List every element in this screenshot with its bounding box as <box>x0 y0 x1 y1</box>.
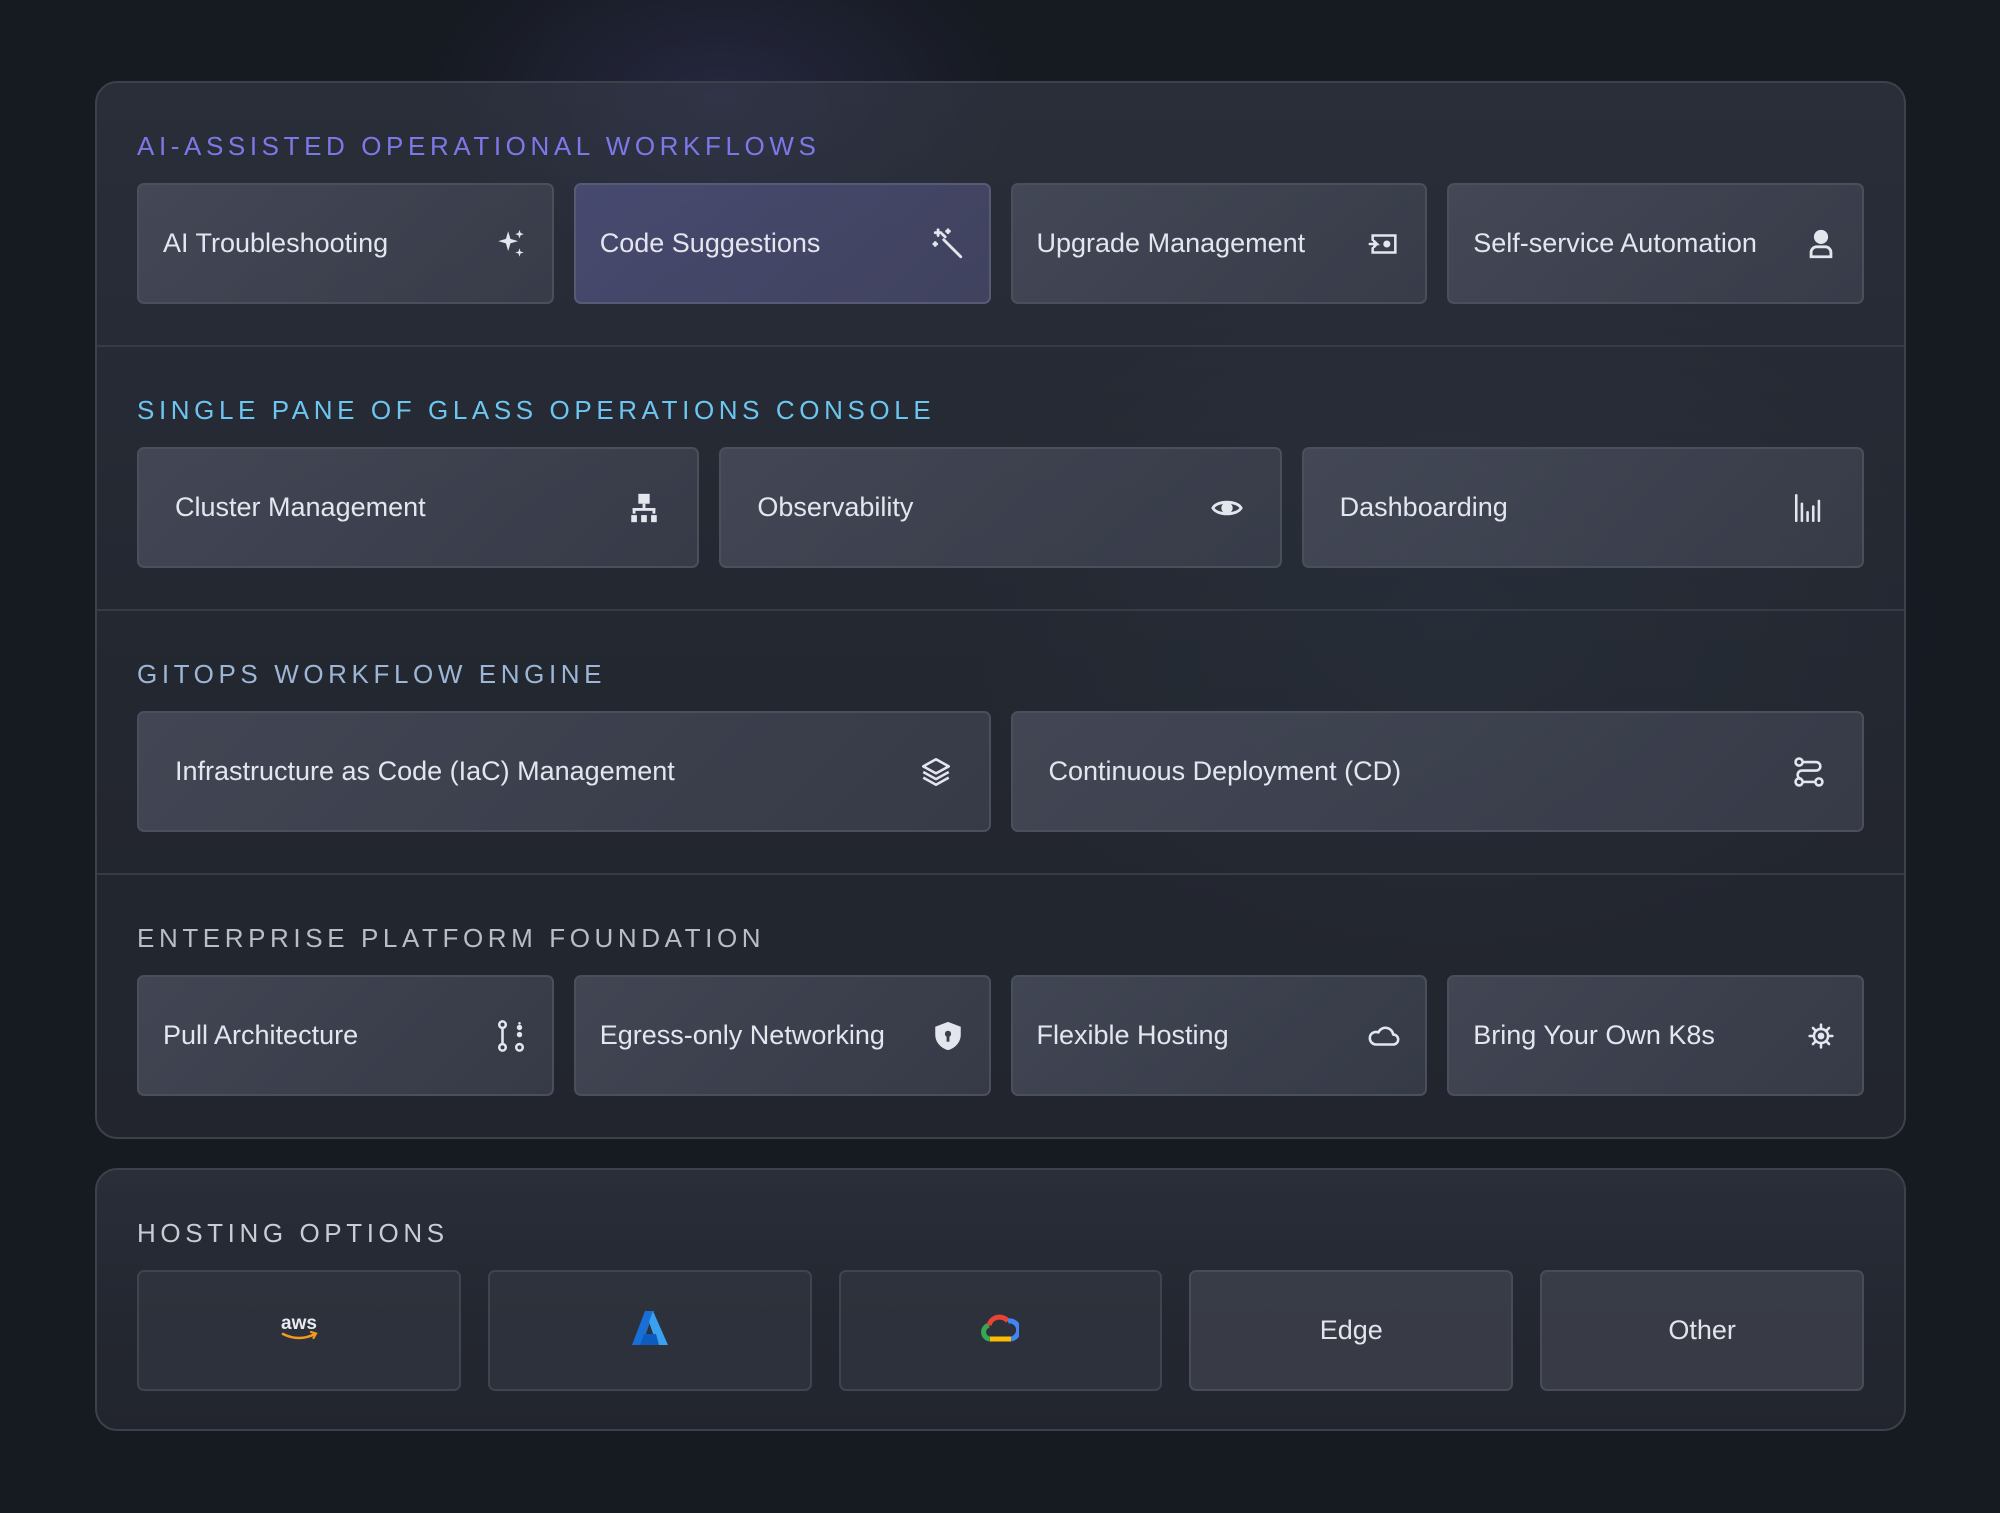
hosting-option-aws[interactable]: aws <box>137 1270 461 1391</box>
git-pull-icon <box>494 1019 528 1053</box>
platform-capabilities-panel: AI-ASSISTED OPERATIONAL WORKFLOWS AI Tro… <box>95 81 1906 1139</box>
cluster-icon <box>627 491 661 525</box>
route-icon <box>1792 755 1826 789</box>
section-platform-foundation: ENTERPRISE PLATFORM FOUNDATION Pull Arch… <box>97 875 1904 1137</box>
card-ai-troubleshooting[interactable]: AI Troubleshooting <box>137 183 554 304</box>
aws-logo-text: aws <box>281 1313 317 1334</box>
google-cloud-logo <box>981 1313 1022 1348</box>
card-continuous-deployment[interactable]: Continuous Deployment (CD) <box>1010 711 1864 832</box>
aws-logo: aws <box>277 1312 321 1349</box>
card-label: Code Suggestions <box>599 228 821 258</box>
bar-chart-icon <box>1792 491 1826 525</box>
section-gitops-engine: GITOPS WORKFLOW ENGINE Infrastructure as… <box>97 611 1904 875</box>
card-label: Egress-only Networking <box>599 1020 885 1050</box>
card-bring-your-own-k8s[interactable]: Bring Your Own K8s <box>1447 975 1864 1096</box>
card-label: Dashboarding <box>1339 492 1508 522</box>
upgrade-icon <box>1367 227 1401 261</box>
section-operations-console: SINGLE PANE OF GLASS OPERATIONS CONSOLE … <box>97 347 1904 611</box>
hosting-option-label: Edge <box>1319 1315 1383 1345</box>
card-dashboarding[interactable]: Dashboarding <box>1301 447 1864 568</box>
hosting-option-other[interactable]: Other <box>1540 1270 1864 1391</box>
card-label: Infrastructure as Code (IaC) Management <box>175 756 675 786</box>
card-pull-architecture[interactable]: Pull Architecture <box>137 975 554 1096</box>
hosting-options-panel: HOSTING OPTIONS aws Edge Other <box>95 1168 1906 1431</box>
card-label: Self-service Automation <box>1473 228 1757 258</box>
card-label: Upgrade Management <box>1036 228 1306 258</box>
card-egress-only-networking[interactable]: Egress-only Networking <box>573 975 991 1096</box>
card-observability[interactable]: Observability <box>719 447 1282 568</box>
sparkles-icon <box>494 227 528 261</box>
section-title: GITOPS WORKFLOW ENGINE <box>137 659 607 689</box>
card-label: Cluster Management <box>175 492 426 522</box>
card-upgrade-management[interactable]: Upgrade Management <box>1010 183 1428 304</box>
eye-icon <box>1210 491 1244 525</box>
card-code-suggestions[interactable]: Code Suggestions <box>573 183 991 304</box>
user-icon <box>1804 227 1838 261</box>
card-self-service-automation[interactable]: Self-service Automation <box>1447 183 1864 304</box>
helm-wheel-icon <box>1804 1019 1838 1053</box>
hosting-option-azure[interactable] <box>487 1270 812 1391</box>
magic-wand-icon <box>931 227 965 261</box>
card-flexible-hosting[interactable]: Flexible Hosting <box>1010 975 1428 1096</box>
hosting-option-google-cloud[interactable] <box>838 1270 1163 1391</box>
hosting-option-edge[interactable]: Edge <box>1189 1270 1514 1391</box>
card-label: Flexible Hosting <box>1036 1020 1229 1050</box>
section-title: ENTERPRISE PLATFORM FOUNDATION <box>137 923 766 953</box>
layers-icon <box>919 755 953 789</box>
hosting-option-label: Other <box>1668 1315 1736 1345</box>
section-title: AI-ASSISTED OPERATIONAL WORKFLOWS <box>137 131 821 161</box>
card-iac-management[interactable]: Infrastructure as Code (IaC) Management <box>137 711 991 832</box>
card-label: Continuous Deployment (CD) <box>1048 756 1402 786</box>
shield-icon <box>931 1019 965 1053</box>
cloud-icon <box>1367 1019 1401 1053</box>
card-label: Observability <box>757 492 914 522</box>
section-ai-workflows: AI-ASSISTED OPERATIONAL WORKFLOWS AI Tro… <box>97 83 1904 347</box>
section-title: HOSTING OPTIONS <box>137 1218 449 1248</box>
azure-logo <box>631 1310 669 1351</box>
card-label: Bring Your Own K8s <box>1473 1020 1715 1050</box>
page: AI-ASSISTED OPERATIONAL WORKFLOWS AI Tro… <box>0 0 2000 1513</box>
card-label: AI Troubleshooting <box>163 228 389 258</box>
section-title: SINGLE PANE OF GLASS OPERATIONS CONSOLE <box>137 395 936 425</box>
card-cluster-management[interactable]: Cluster Management <box>137 447 700 568</box>
card-label: Pull Architecture <box>163 1020 359 1050</box>
